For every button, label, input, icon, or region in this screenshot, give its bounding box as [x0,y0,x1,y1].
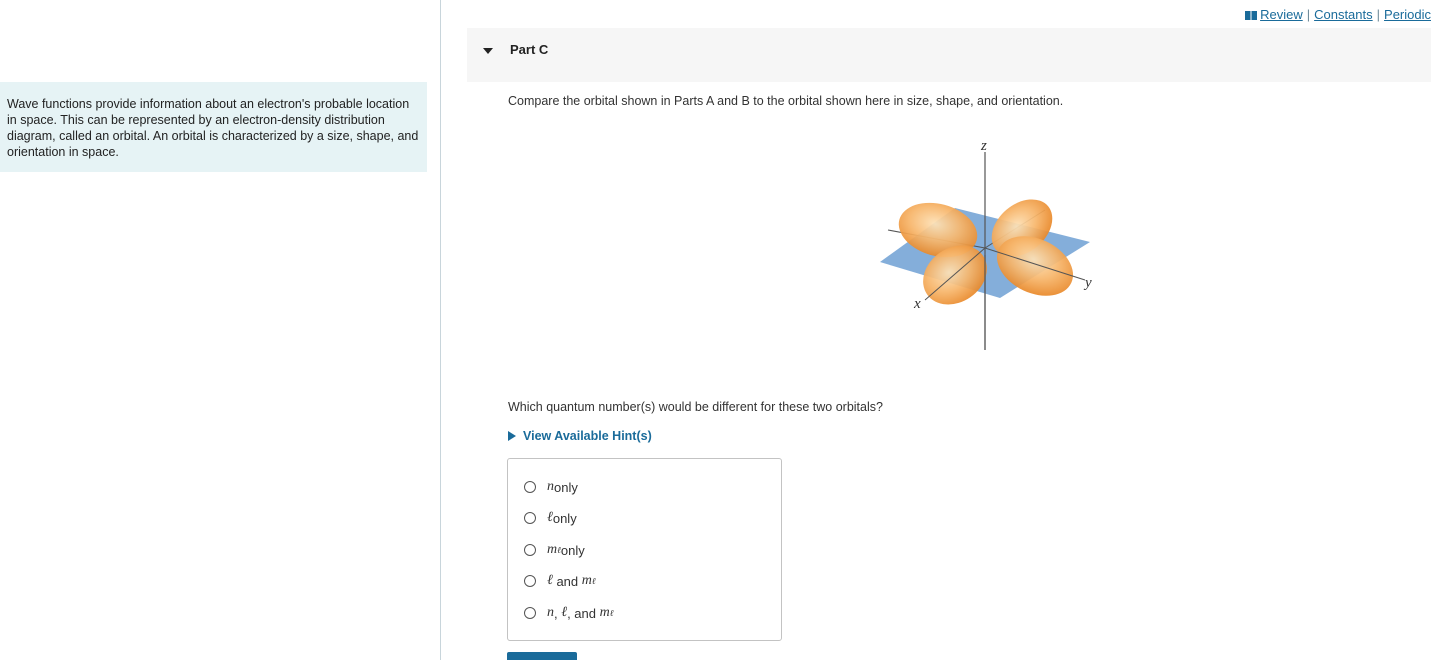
periodic-link[interactable]: Periodic [1384,7,1431,22]
choice-text: , [554,605,562,621]
choice-n-only[interactable]: n only [524,477,578,497]
constants-link[interactable]: Constants [1314,7,1373,22]
symbol-m: m [599,605,610,620]
symbol-subscript-l: ℓ [591,576,596,586]
symbol-m: m [547,542,558,557]
part-header[interactable]: Part C [467,28,1431,82]
radio-button[interactable] [524,512,536,524]
hint-label: View Available Hint(s) [523,429,652,443]
radio-button[interactable] [524,544,536,556]
choice-l-and-ml[interactable]: ℓ and mℓ [524,571,596,591]
symbol-n: n [547,479,554,494]
sub-question-text: Which quantum number(s) would be differe… [508,400,883,414]
radio-button[interactable] [524,481,536,493]
answer-choices: n only ℓ only mℓ only ℓ and mℓ n, ℓ, and… [507,458,782,641]
top-links: Review | Constants | Periodic [1245,7,1431,22]
view-hints-link[interactable]: View Available Hint(s) [508,429,652,443]
choice-n-l-ml[interactable]: n, ℓ, and mℓ [524,603,613,623]
expand-arrow-icon [508,431,516,441]
review-link[interactable]: Review [1260,7,1303,22]
link-separator: | [1306,7,1311,22]
choice-l-only[interactable]: ℓ only [524,508,577,528]
intro-panel: Wave functions provide information about… [0,82,427,172]
collapse-triangle-icon[interactable] [482,45,494,57]
radio-button[interactable] [524,575,536,587]
choice-text: only [560,542,585,558]
x-axis-label: x [913,296,921,312]
y-axis-label: y [1083,275,1092,291]
link-separator: | [1376,7,1381,22]
z-axis-label: z [980,138,987,154]
column-divider [440,0,441,660]
symbol-m: m [581,573,592,588]
part-title: Part C [510,42,549,57]
choice-text: only [554,479,578,495]
choice-text: and [552,573,582,589]
question-text: Compare the orbital shown in Parts A and… [508,94,1064,108]
symbol-n: n [547,605,554,620]
choice-text: , and [567,605,600,621]
orbital-figure: z x y [880,138,1092,350]
symbol-subscript-l: ℓ [609,608,614,618]
intro-text: Wave functions provide information about… [7,97,419,159]
radio-button[interactable] [524,607,536,619]
book-icon [1245,11,1258,20]
choice-ml-only[interactable]: mℓ only [524,540,585,560]
choice-text: only [552,510,577,526]
submit-button[interactable] [507,652,577,660]
